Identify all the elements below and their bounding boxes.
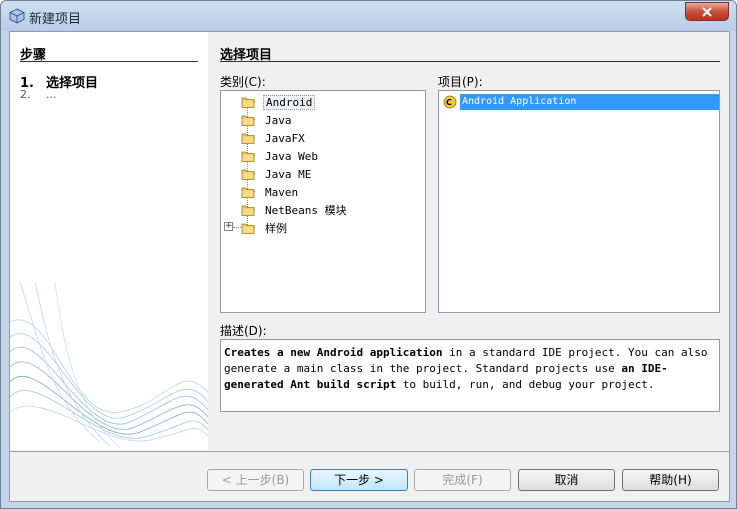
folder-icon [241,115,255,126]
project-class-icon: C [443,95,457,109]
title-bar[interactable]: 新建项目 [1,1,736,31]
description-box: Creates a new Android application in a s… [220,339,720,412]
title-divider [220,61,720,62]
step-2: 2.... [20,88,57,101]
close-button[interactable] [685,2,729,21]
help-button[interactable]: 帮助(H) [622,469,719,491]
dialog-body: 步骤 1. 选择项目 2.... 选择项目 类别(C): 项目(P): Andr… [9,31,730,502]
category-item-netbeans-modules[interactable]: NetBeans 模块 [241,201,349,219]
categories-tree[interactable]: Android Java JavaFX Java Web Java ME Mav… [220,90,426,313]
category-label: Android [263,94,316,110]
project-item-android-application[interactable]: C Android Application [443,94,719,110]
folder-icon [241,97,255,108]
category-label: 样例 [265,222,287,235]
steps-divider [20,61,198,62]
description-bold-1: Creates a new Android application [224,346,443,359]
projects-list[interactable]: C Android Application [438,90,720,313]
netbeans-cube-icon [9,8,25,24]
finish-button[interactable]: 完成(F) [414,469,511,491]
svg-text:C: C [446,98,452,107]
category-label: NetBeans 模块 [265,204,347,217]
category-item-java-me[interactable]: Java ME [241,165,313,183]
folder-icon [241,151,255,162]
back-button[interactable]: < 上一步(B) [207,469,304,491]
category-item-samples[interactable]: 样例 [241,219,289,237]
folder-icon [241,223,255,234]
category-item-android[interactable]: Android [241,93,316,111]
next-button[interactable]: 下一步 > [310,469,408,491]
expand-toggle-icon[interactable]: + [224,222,233,231]
decorative-wave-image [10,282,208,449]
description-label: 描述(D): [220,324,267,338]
cancel-button[interactable]: 取消 [518,469,615,491]
category-item-javafx[interactable]: JavaFX [241,129,307,147]
step-2-label: ... [46,88,57,101]
project-label: Android Application [460,94,719,110]
step-2-number: 2. [20,88,31,101]
close-icon [702,7,712,17]
new-project-dialog: 新建项目 步骤 1. 选择项目 2.... 选择项目 类别(C): 项目(P):… [0,0,737,509]
folder-icon [241,205,255,216]
categories-label: 类别(C): [220,75,266,89]
category-label: Java ME [265,167,312,181]
description-text-2: to build, run, and debug your project. [396,378,655,391]
category-item-java[interactable]: Java [241,111,294,129]
steps-panel: 步骤 1. 选择项目 2.... [10,32,208,450]
category-item-java-web[interactable]: Java Web [241,147,320,165]
category-item-maven[interactable]: Maven [241,183,300,201]
category-label: JavaFX [265,131,305,145]
button-separator [10,451,729,452]
window-title: 新建项目 [29,12,82,27]
projects-label: 项目(P): [438,75,483,89]
category-label: Java [265,113,292,127]
folder-icon [241,169,255,180]
folder-icon [241,133,255,144]
category-label: Java Web [265,149,318,163]
folder-icon [241,187,255,198]
category-label: Maven [265,185,299,199]
